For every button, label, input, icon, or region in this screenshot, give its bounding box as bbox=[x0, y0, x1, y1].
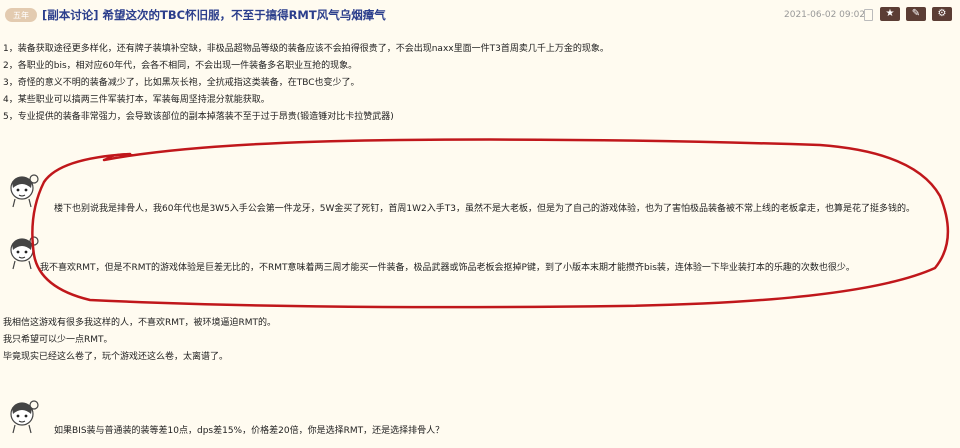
avatar bbox=[10, 236, 39, 270]
settings-button[interactable]: ⚙ bbox=[932, 7, 952, 21]
bookmark-icon[interactable] bbox=[864, 9, 873, 21]
post-line: 我相信这游戏有很多我这样的人，不喜欢RMT，被环境逼迫RMT的。 bbox=[3, 318, 277, 328]
quoted-reply-text: 楼下也别说我是排骨人，我60年代也是3W5入手公会第一件龙牙，5W金买了死钉，首… bbox=[54, 204, 916, 214]
avatar bbox=[10, 174, 39, 208]
thread-header: 五年 [副本讨论] 希望这次的TBC怀旧服，不至于搞得RMT风气乌烟瘴气 202… bbox=[0, 0, 960, 30]
post-line: 1，装备获取途径更多样化，还有牌子装填补空缺，非极品超物品等级的装备应该不会拍得… bbox=[3, 44, 609, 54]
edit-button[interactable]: ✎ bbox=[906, 7, 926, 21]
post-line: 4，某些职业可以搞两三件军装打本，军装每周坚持混分就能获取。 bbox=[3, 95, 270, 105]
user-level-badge: 五年 bbox=[5, 8, 37, 22]
favorite-button[interactable]: ★ bbox=[880, 7, 900, 21]
post-line: 5，专业提供的装备非常强力，会导致该部位的副本掉落装不至于过于昂贵(锻造锤对比卡… bbox=[3, 112, 394, 122]
avatar bbox=[10, 400, 39, 434]
post-line: 2，各职业的bis，相对应60年代，会各不相同，不会出现一件装备多名职业互抢的现… bbox=[3, 61, 358, 71]
post-line: 我只希望可以少一点RMT。 bbox=[3, 335, 113, 345]
quoted-reply-text: 我不喜欢RMT，但是不RMT的游戏体验是巨差无比的，不RMT意味着两三周才能买一… bbox=[40, 263, 855, 273]
post-line: 毕竟现实已经这么卷了，玩个游戏还这么卷，太离谱了。 bbox=[3, 352, 229, 362]
quoted-reply-text: 如果BIS装与普通装的装等差10点，dps差15%，价格差20倍，你是选择RMT… bbox=[54, 426, 445, 436]
thread-title[interactable]: [副本讨论] 希望这次的TBC怀旧服，不至于搞得RMT风气乌烟瘴气 bbox=[42, 7, 386, 23]
post-date: 2021-06-02 09:02 bbox=[784, 10, 866, 20]
post-line: 3，奇怪的意义不明的装备减少了，比如黑灰长袍，全抗戒指这类装备，在TBC也变少了… bbox=[3, 78, 360, 88]
